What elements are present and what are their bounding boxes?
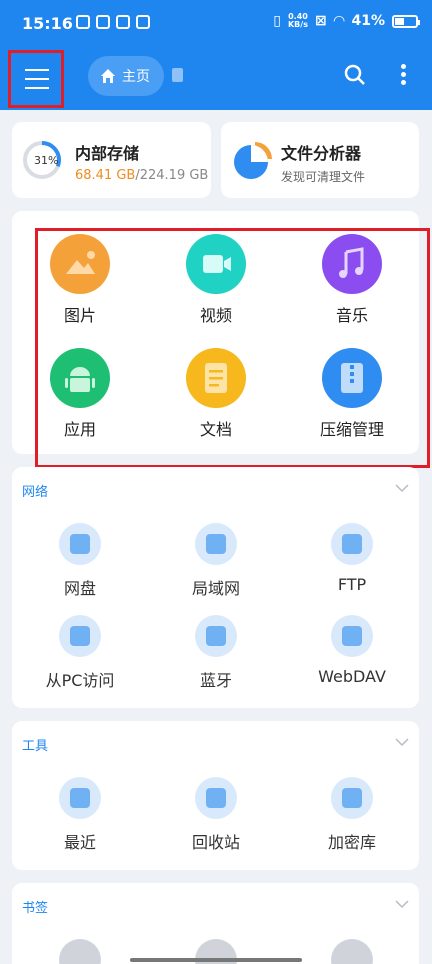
notification-icons <box>76 15 150 29</box>
tool-item-vault[interactable]: 加密库 <box>292 777 412 853</box>
document-icon <box>186 348 246 408</box>
network-section: 网络 网盘 局域网 FTP 从PC访问 蓝牙 WebDAV <box>12 467 419 708</box>
category-music[interactable]: 音乐 <box>302 234 402 326</box>
file-analyzer-card[interactable]: 文件分析器 发现可清理文件 <box>221 122 419 198</box>
category-images[interactable]: 图片 <box>30 234 130 326</box>
chevron-down-icon[interactable] <box>395 735 409 749</box>
category-documents[interactable]: 文档 <box>166 348 266 440</box>
notification-icon <box>96 15 110 29</box>
network-item-webdav[interactable]: WebDAV <box>292 615 412 686</box>
search-icon[interactable] <box>344 64 366 86</box>
tool-item-recycle-bin[interactable]: 回收站 <box>156 777 276 853</box>
bluetooth-icon <box>195 615 237 657</box>
category-apps[interactable]: 应用 <box>30 348 130 440</box>
network-item-lan[interactable]: 局域网 <box>156 523 276 599</box>
pie-chart-icon <box>234 142 272 179</box>
network-item-pc-access[interactable]: 从PC访问 <box>20 615 140 691</box>
ftp-icon <box>331 523 373 565</box>
status-bar: 15:16 ▯ 0.40 KB/s ⊠ ◠ 41% <box>0 0 432 46</box>
category-video[interactable]: 视频 <box>166 234 266 326</box>
webdav-icon <box>331 615 373 657</box>
recycle-bin-icon <box>195 777 237 819</box>
storage-title: 内部存储 <box>75 144 140 163</box>
internal-storage-card[interactable]: 31% 内部存储 68.41 GB/224.19 GB <box>12 122 211 198</box>
notification-icon <box>136 15 150 29</box>
bookmarks-title: 书签 <box>22 901 49 916</box>
app-bar: 主页 <box>0 46 432 110</box>
android-icon <box>50 348 110 408</box>
notification-icon <box>76 15 90 29</box>
category-archives[interactable]: 压缩管理 <box>302 348 402 440</box>
tools-section: 工具 最近 回收站 加密库 <box>12 721 419 870</box>
recent-icon <box>59 777 101 819</box>
file-icon[interactable] <box>172 68 183 82</box>
tools-title: 工具 <box>22 739 49 754</box>
cloud-drive-icon <box>59 523 101 565</box>
network-item-bluetooth[interactable]: 蓝牙 <box>156 615 276 691</box>
music-icon <box>322 234 382 294</box>
analyzer-title: 文件分析器 <box>281 144 362 163</box>
network-title: 网络 <box>22 485 49 500</box>
vibrate-icon: ▯ <box>273 13 281 29</box>
tab-home[interactable]: 主页 <box>88 56 164 96</box>
chevron-down-icon[interactable] <box>395 897 409 911</box>
no-sim-icon: ⊠ <box>314 13 327 29</box>
chevron-down-icon[interactable] <box>395 481 409 495</box>
storage-usage: 68.41 GB/224.19 GB <box>75 168 209 183</box>
image-icon <box>50 234 110 294</box>
pc-access-icon <box>59 615 101 657</box>
bookmarks-section: 书签 <box>12 883 419 964</box>
globe-icon[interactable] <box>331 939 373 964</box>
video-icon <box>186 234 246 294</box>
status-time: 15:16 <box>22 14 73 33</box>
archive-icon <box>322 348 382 408</box>
home-indicator[interactable] <box>130 958 302 962</box>
analyzer-subtitle: 发现可清理文件 <box>281 170 366 184</box>
network-item-ftp[interactable]: FTP <box>292 523 412 594</box>
menu-button[interactable] <box>8 50 64 108</box>
lan-icon <box>195 523 237 565</box>
notification-icon <box>116 15 130 29</box>
network-speed: 0.40 KB/s <box>287 12 308 29</box>
home-icon <box>101 69 115 83</box>
tool-item-recent[interactable]: 最近 <box>20 777 140 853</box>
vault-icon <box>331 777 373 819</box>
add-bookmark-icon[interactable] <box>59 939 101 964</box>
storage-percent: 31% <box>34 154 59 167</box>
home-tab-label: 主页 <box>122 69 150 85</box>
battery-percent: 41% <box>351 13 385 29</box>
battery-icon <box>392 14 420 28</box>
wifi-icon: ◠ <box>333 13 345 29</box>
more-options-icon[interactable] <box>398 64 408 88</box>
network-item-cloud-drive[interactable]: 网盘 <box>20 523 140 599</box>
